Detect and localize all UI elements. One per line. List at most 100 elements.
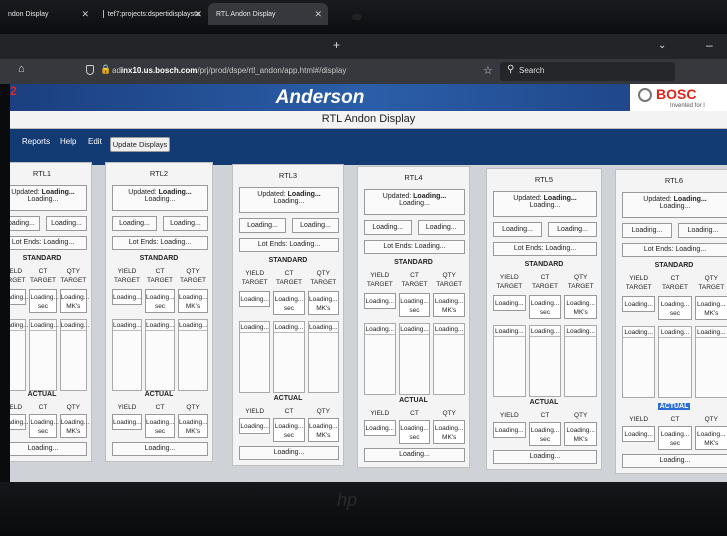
close-icon[interactable]: ✕ [81, 9, 89, 20]
col-name: CT [284, 270, 294, 277]
status-box-right: Loading... [292, 218, 339, 233]
updated-label: Updated: [643, 196, 672, 203]
actual-col-header: CT [540, 412, 550, 419]
screen: ndon Display ✕ tef7:projects:dspertidisp… [0, 0, 727, 536]
bosch-tagline: Invented for l [670, 103, 705, 109]
lot-ends: Lot Ends: Loading... [112, 236, 208, 250]
bookmark-star-icon[interactable]: ☆ [483, 64, 493, 77]
col-name: YIELD [499, 274, 519, 281]
col-name: YIELD [117, 268, 137, 275]
lot-ends-value: Loading... [160, 239, 192, 246]
actual-label: ACTUAL [273, 395, 303, 402]
unit: MK's [316, 305, 331, 312]
tab-projects[interactable]: tef7:projects:dspertidisplaysta ✕ [95, 3, 208, 25]
actual-label: ACTUAL [529, 399, 559, 406]
update-displays-button[interactable]: Update Displays [110, 137, 170, 152]
col-name: CT [540, 274, 550, 281]
actual-value: Loading... [493, 422, 526, 438]
updated-value-2: Loading... [27, 196, 59, 203]
standard-col-header: YIELD TARGET [239, 269, 270, 287]
minimize-icon[interactable]: – [706, 38, 713, 52]
bar-label: Loading... [565, 328, 596, 337]
search-input[interactable]: ⚲ Search [500, 62, 675, 81]
value: Loading... [400, 425, 429, 432]
col-name: CT [410, 272, 419, 279]
col-name: QTY [186, 268, 200, 275]
value: Loading... [10, 294, 29, 301]
chevron-down-icon[interactable]: ⌄ [658, 40, 666, 51]
menu-help[interactable]: Help [60, 137, 76, 146]
actual-heading: ACTUAL [106, 391, 212, 398]
shield-icon[interactable] [86, 65, 94, 75]
andon-page: 2 Anderson BOSC Invented for l RTL Andon… [10, 84, 727, 482]
lot-ends: Lot Ends: Loading... [10, 236, 87, 250]
col-name: CT [670, 275, 680, 282]
value: Loading... [495, 300, 524, 307]
status-box-right: Loading... [46, 216, 87, 231]
standard-heading: STANDARD [22, 255, 62, 262]
col-name: YIELD [629, 275, 649, 282]
standard-value: Loading... sec [398, 293, 431, 317]
actual-col-header: QTY [316, 408, 330, 415]
actual-value: Loading... sec [273, 418, 305, 442]
actual-col-header: CT [38, 404, 48, 411]
unit: sec [409, 307, 420, 314]
progress-bar: Loading... [239, 321, 271, 393]
value: Loading... [274, 296, 304, 303]
close-icon[interactable]: ✕ [194, 9, 202, 20]
new-tab-icon[interactable]: + [333, 38, 340, 52]
actual-label: ACTUAL [27, 391, 57, 398]
progress-bar: Loading... [398, 323, 431, 395]
actual-col-header: CT [410, 410, 419, 417]
col-sub: TARGET [147, 277, 173, 284]
close-icon[interactable]: ✕ [314, 9, 322, 20]
bosch-ring-icon [638, 88, 652, 102]
updated-value: Loading... [287, 191, 321, 198]
bar-label: Loading... [399, 326, 430, 335]
tab-andon-display[interactable]: ndon Display ✕ [0, 3, 95, 25]
value: Loading... [30, 419, 59, 426]
value: Loading... [113, 419, 142, 426]
bar-label: Loading... [113, 322, 142, 331]
menu-edit[interactable]: Edit [88, 137, 102, 146]
unit: MK's [704, 310, 719, 317]
panel-title: RTL6 [664, 176, 684, 185]
unit: MK's [66, 303, 81, 310]
bottom-status: Loading... [239, 446, 339, 460]
standard-value: Loading... MK's [59, 289, 89, 313]
standard-value: Loading... MK's [178, 289, 208, 313]
status-box-left: Loading... [622, 223, 672, 238]
unit: sec [669, 440, 681, 447]
standard-value: Loading... MK's [694, 296, 727, 320]
value: Loading... [274, 423, 304, 430]
tab-rtl-andon-display[interactable]: RTL Andon Display ✕ [208, 3, 328, 25]
actual-col-header: QTY [66, 404, 80, 411]
actual-col-header: YIELD [245, 408, 265, 415]
bar-label: Loading... [494, 328, 525, 337]
lot-ends-value: Loading... [545, 245, 577, 252]
bottom-status: Loading... [10, 442, 87, 456]
unit: MK's [442, 307, 457, 314]
lock-icon[interactable]: 🔒 [100, 64, 111, 75]
actual-heading: ACTUAL [358, 397, 469, 404]
actual-col-header: QTY [442, 410, 456, 417]
unit: MK's [573, 309, 588, 316]
home-icon[interactable]: ⌂ [18, 63, 25, 75]
col-sub: TARGET [567, 283, 594, 290]
actual-label: ACTUAL [657, 403, 691, 410]
lot-ends-label: Lot Ends: [643, 246, 674, 253]
standard-value: Loading... sec [273, 291, 305, 315]
rtl-panel: RTL6 Updated: Loading... Loading... Loading… [615, 169, 727, 474]
unit: sec [283, 432, 295, 439]
menu-reports[interactable]: Reports [22, 137, 50, 146]
updated-label: Updated: [382, 193, 412, 200]
updated-status: Updated: Loading... Loading... [364, 189, 465, 215]
url-field[interactable]: adinx10.us.bosch.com/prj/prod/dspe/rtl_a… [112, 66, 346, 75]
value: Loading... [309, 296, 338, 303]
value: Loading... [30, 294, 59, 301]
value: Loading... [624, 301, 653, 308]
value: Loading... [660, 431, 690, 438]
bar-label: Loading... [10, 320, 29, 331]
unit: sec [539, 309, 551, 316]
col-sub: TARGET [276, 279, 302, 286]
